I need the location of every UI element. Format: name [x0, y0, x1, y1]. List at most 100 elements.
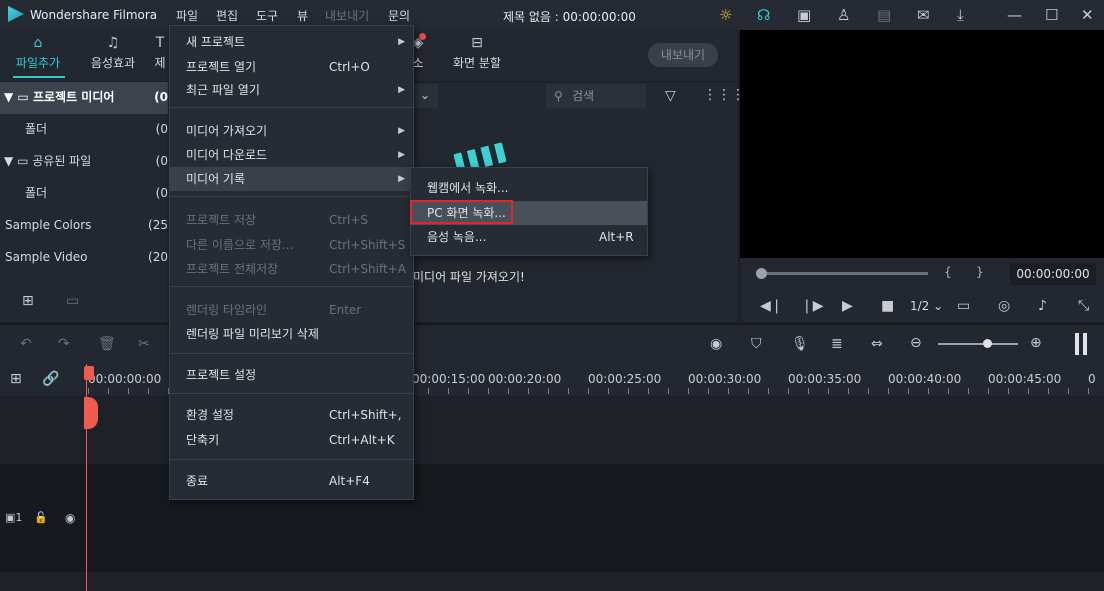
menu-shortcut: Ctrl+Alt+K	[329, 433, 395, 447]
menu-item-project-settings[interactable]: 프로젝트 설정	[170, 363, 413, 387]
link-icon[interactable]: 🔗	[42, 372, 59, 386]
stop-icon[interactable]: ■	[881, 299, 894, 313]
step-forward-icon[interactable]: ❘▶	[801, 299, 824, 313]
zoom-out-icon[interactable]: ⊖	[910, 336, 922, 350]
tab-split-screen[interactable]: ⊟ 화면 분할	[447, 36, 507, 71]
tree-item-count: (25	[148, 218, 168, 232]
submenu-arrow-icon: ▶	[398, 150, 405, 160]
menu-item-label: 미디어 다운로드	[186, 148, 268, 162]
menu-item-exit[interactable]: 종료 Alt+F4	[170, 469, 413, 493]
download-icon[interactable]: ⤓	[957, 6, 975, 24]
user-icon[interactable]: ♙	[837, 6, 855, 24]
seek-bar[interactable]	[760, 272, 928, 275]
tree-item-shared-files[interactable]: ▼ ▭ 공유된 파일 (0	[0, 146, 168, 178]
mark-in-icon[interactable]: {	[944, 265, 952, 279]
sort-dropdown[interactable]: ⌄	[412, 84, 438, 108]
marker-icon[interactable]: ⛉	[751, 337, 762, 351]
menu-item-archive-project[interactable]: 프로젝트 전체저장 Ctrl+Shift+A	[170, 257, 413, 281]
grid-view-icon[interactable]: ⋮⋮⋮	[703, 88, 745, 102]
menu-item-open-recent[interactable]: 최근 파일 열기 ▶	[170, 78, 413, 102]
new-folder-icon[interactable]: ⊞	[22, 294, 34, 308]
ruler-label: 00:00:15:00	[412, 372, 486, 386]
import-media-prompt[interactable]: 미디어 파일 가져오기!	[413, 268, 525, 285]
zoom-slider[interactable]	[938, 343, 1018, 345]
snapshot-icon[interactable]: ◎	[998, 299, 1010, 313]
lock-icon[interactable]: 🔓	[34, 512, 48, 523]
undo-icon[interactable]: ↶	[20, 337, 32, 351]
menu-item-record-voiceover[interactable]: 음성 녹음... Alt+R	[411, 225, 647, 249]
video-track[interactable]	[0, 464, 1104, 572]
tree-item-folder[interactable]: 폴더 (0	[0, 114, 168, 146]
fit-timeline-icon[interactable]: ⇔	[871, 337, 883, 351]
menu-item-download-media[interactable]: 미디어 다운로드 ▶	[170, 143, 413, 167]
eye-icon[interactable]: ◉	[65, 512, 75, 524]
tree-item-project-media[interactable]: ▼ ▭ 프로젝트 미디어 (0	[0, 82, 168, 114]
folder-outline-icon[interactable]: ▭	[66, 294, 79, 308]
zoom-in-icon[interactable]: ⊕	[1030, 336, 1042, 350]
save-icon[interactable]: ▤	[877, 6, 895, 24]
playhead-scissors-handle[interactable]	[84, 397, 98, 429]
menu-item-record-media[interactable]: 미디어 기록 ▶	[170, 167, 413, 191]
tree-item-sample-colors[interactable]: Sample Colors (25	[0, 210, 168, 242]
headset-icon[interactable]: ☊	[757, 6, 775, 24]
ruler-label: 00:00:20:00	[488, 372, 562, 386]
menu-item-import-media[interactable]: 미디어 가져오기 ▶	[170, 119, 413, 143]
tree-item-folder[interactable]: 폴더 (0	[0, 178, 168, 210]
microphone-icon[interactable]: 🎙	[791, 337, 809, 351]
menu-item-save-as[interactable]: 다른 이름으로 저장... Ctrl+Shift+S	[170, 233, 413, 257]
menu-tools[interactable]: 도구	[256, 7, 278, 24]
menu-item-new-project[interactable]: 새 프로젝트 ▶	[170, 30, 413, 54]
menu-item-delete-render-preview[interactable]: 렌더링 파일 미리보기 삭제	[170, 322, 413, 346]
filter-icon[interactable]: ▽	[665, 89, 676, 103]
menu-item-preferences[interactable]: 환경 설정 Ctrl+Shift+,	[170, 403, 413, 427]
search-input[interactable]: ⚲ 검색	[546, 84, 646, 108]
bulb-icon[interactable]: ☼	[719, 6, 737, 24]
seek-handle[interactable]	[756, 268, 767, 279]
step-back-icon[interactable]: ◀❘	[760, 299, 783, 313]
play-icon[interactable]: ▶	[842, 299, 853, 313]
scissors-icon[interactable]: ✂	[138, 337, 150, 351]
folder-icon: ⌂	[33, 35, 43, 51]
menu-shortcut: Ctrl+Shift+A	[329, 262, 406, 276]
display-icon[interactable]: ▭	[957, 299, 970, 313]
gift-icon[interactable]: ▣	[797, 6, 815, 24]
add-track-icon[interactable]: ⊞	[10, 372, 22, 386]
redo-icon[interactable]: ↷	[58, 337, 70, 351]
render-icon[interactable]: ◉	[710, 337, 722, 351]
tab-import[interactable]: ⌂ 파일추가	[8, 36, 68, 71]
mark-out-icon[interactable]: }	[976, 265, 984, 279]
volume-icon[interactable]: ♪	[1038, 299, 1047, 313]
zoom-slider-handle[interactable]	[983, 339, 992, 348]
fullscreen-icon[interactable]: ⤡	[1078, 299, 1089, 313]
menu-item-open-project[interactable]: 프로젝트 열기 Ctrl+O	[170, 55, 413, 79]
menu-item-record-webcam[interactable]: 웹캠에서 녹화...	[411, 176, 647, 200]
pause-icon[interactable]	[1075, 333, 1079, 355]
submenu-arrow-icon: ▶	[398, 126, 405, 136]
timeline-track[interactable]	[0, 572, 1104, 591]
playback-ratio-dropdown[interactable]: 1/2 ⌄	[910, 299, 943, 313]
timeline-track[interactable]	[0, 396, 1104, 464]
tab-audio[interactable]: ♫ 음성효과	[83, 36, 143, 71]
delete-icon[interactable]: 🗑	[98, 337, 116, 351]
playhead-head[interactable]	[84, 366, 94, 380]
menu-item-shortcuts[interactable]: 단축키 Ctrl+Alt+K	[170, 428, 413, 452]
menu-help[interactable]: 문의	[388, 7, 410, 24]
maximize-icon[interactable]: ☐	[1045, 6, 1063, 24]
menu-view[interactable]: 뷰	[297, 7, 308, 24]
menu-item-render-timeline[interactable]: 렌더링 타임라인 Enter	[170, 298, 413, 322]
tree-item-sample-video[interactable]: Sample Video (20	[0, 242, 168, 274]
export-button[interactable]: 내보내기	[648, 43, 718, 67]
menu-item-save-project[interactable]: 프로젝트 저장 Ctrl+S	[170, 208, 413, 232]
close-icon[interactable]: ✕	[1081, 6, 1099, 24]
mail-icon[interactable]: ✉	[917, 6, 935, 24]
menu-file[interactable]: 파일	[176, 7, 198, 24]
menu-edit[interactable]: 편집	[216, 7, 238, 24]
menu-export[interactable]: 내보내기	[325, 7, 369, 24]
tab-title-partial[interactable]: T 제	[150, 36, 170, 71]
search-icon: ⚲	[554, 89, 563, 103]
menu-item-label: 다른 이름으로 저장...	[186, 238, 294, 252]
minimize-icon[interactable]: —	[1007, 6, 1025, 24]
submenu-arrow-icon: ▶	[398, 85, 405, 95]
audio-mixer-icon[interactable]: ≣	[831, 337, 843, 351]
music-icon: ♫	[106, 35, 120, 51]
